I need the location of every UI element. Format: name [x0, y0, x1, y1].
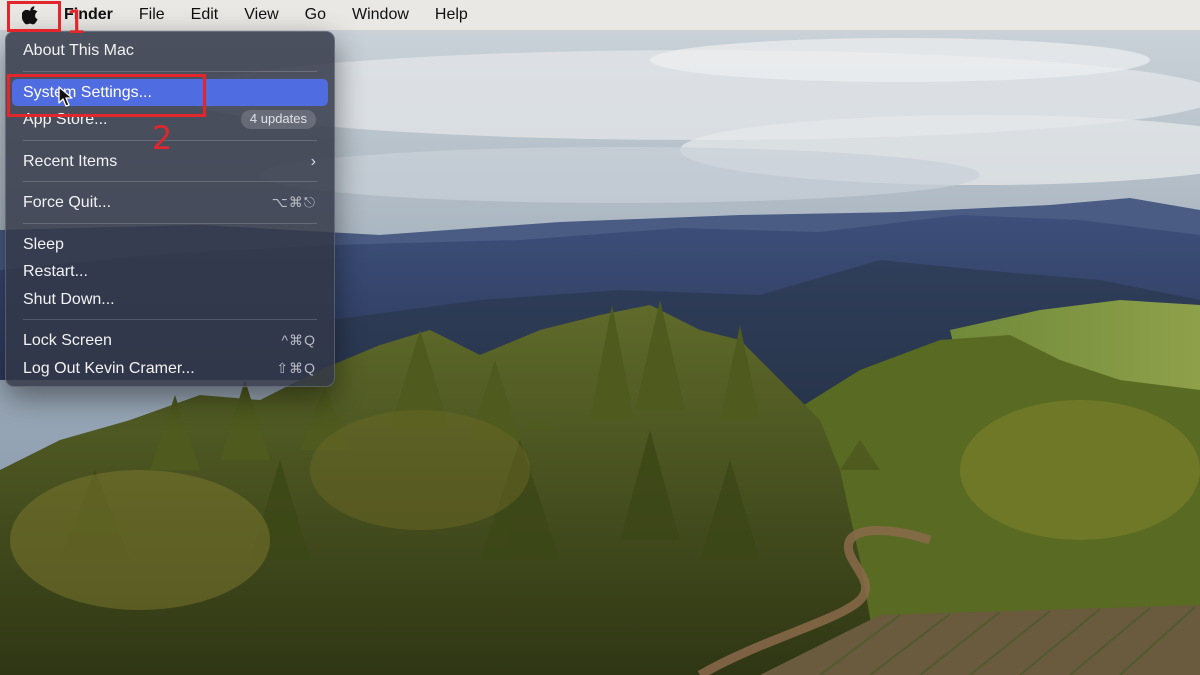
annotation-box-system-settings — [7, 74, 206, 117]
menu-edit[interactable]: Edit — [178, 0, 232, 30]
menu-item-restart[interactable]: Restart... — [12, 258, 328, 286]
menu-item-label: Sleep — [23, 235, 64, 253]
menu-item-lock-screen[interactable]: Lock Screen ^⌘Q — [12, 327, 328, 355]
keyboard-shortcut: ^⌘Q — [281, 332, 316, 348]
keyboard-shortcut: ⇧⌘Q — [276, 359, 316, 376]
menu-view[interactable]: View — [231, 0, 291, 30]
menu-item-shut-down[interactable]: Shut Down... — [12, 286, 328, 314]
menu-separator — [23, 181, 317, 182]
menu-item-label: Restart... — [23, 263, 88, 280]
menu-item-label: Shut Down... — [23, 290, 115, 308]
menu-item-label: Log Out Kevin Cramer... — [23, 359, 195, 377]
chevron-right-icon: › — [310, 152, 316, 170]
menu-window[interactable]: Window — [339, 0, 422, 30]
menu-item-label: About This Mac — [23, 42, 134, 59]
menu-help[interactable]: Help — [422, 0, 481, 30]
updates-badge: 4 updates — [240, 110, 316, 130]
menu-item-label: Recent Items — [23, 152, 118, 170]
menu-item-sleep[interactable]: Sleep — [12, 231, 328, 259]
menu-separator — [23, 319, 317, 320]
mouse-cursor-icon — [58, 86, 73, 107]
menu-file[interactable]: File — [126, 0, 178, 30]
annotation-step-1: 1 — [66, 3, 87, 41]
menu-separator — [23, 222, 317, 224]
menu-bar: Finder File Edit View Go Window Help — [0, 0, 1200, 30]
menu-item-log-out[interactable]: Log Out Kevin Cramer... ⇧⌘Q — [12, 355, 328, 383]
menu-item-label: Lock Screen — [23, 332, 112, 349]
menu-finder[interactable]: Finder — [54, 0, 126, 30]
menu-item-label: Force Quit... — [23, 194, 112, 211]
keyboard-shortcut: ⌥⌘⎋ — [271, 194, 316, 210]
annotation-step-2: 2 — [152, 119, 173, 157]
menu-item-force-quit[interactable]: Force Quit... ⌥⌘⎋ — [12, 189, 328, 217]
annotation-box-apple-menu — [7, 1, 61, 32]
menu-go[interactable]: Go — [292, 0, 339, 30]
menu-separator — [23, 70, 317, 72]
menu-item-about-this-mac[interactable]: About This Mac — [12, 37, 328, 65]
